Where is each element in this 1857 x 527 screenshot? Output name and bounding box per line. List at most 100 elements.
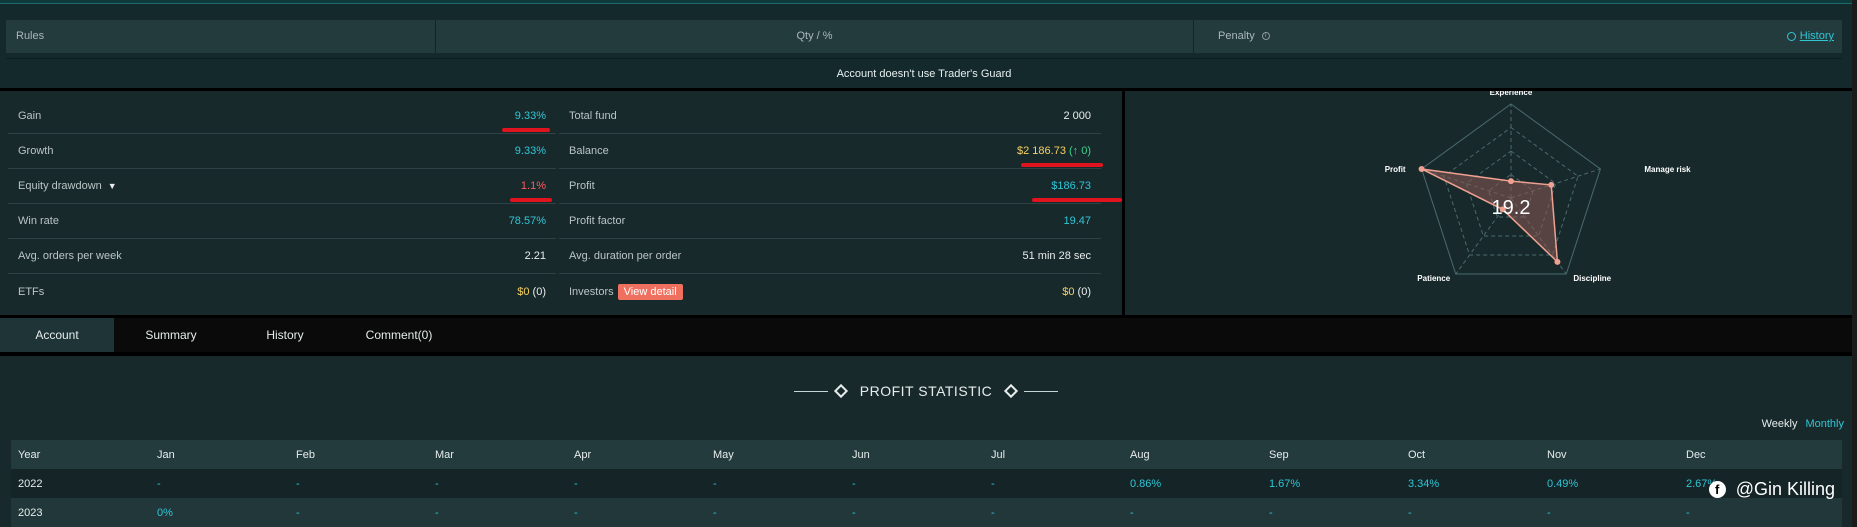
red-underline-mark <box>1021 163 1103 167</box>
header-cell: Jun <box>852 448 870 461</box>
radar-axis-label: Discipline <box>1573 274 1611 283</box>
traders-guard-panel: Rules Qty / % Penalty i History Account … <box>0 4 1852 88</box>
investors-count: (0) <box>1077 285 1091 298</box>
stat-row-avg-duration: Avg. duration per order 51 min 28 sec <box>559 239 1101 274</box>
month-cell: - <box>1686 506 1690 519</box>
monthly-toggle[interactable]: Monthly <box>1805 418 1844 430</box>
month-cell: - <box>1547 506 1551 519</box>
month-cell: - <box>852 506 856 519</box>
radar-axis-label: Patience <box>1417 274 1450 283</box>
stat-value: 2.21 <box>524 250 546 262</box>
stat-value: 9.33% <box>514 110 546 122</box>
etf-amount: $0 <box>517 285 530 298</box>
table-row: 2022- - - - - - -0.86% 1.67% 3.34% 0.49% 2.67% <box>11 469 1842 498</box>
stat-label: Win rate <box>18 215 59 227</box>
header-cell: Dec <box>1686 448 1706 461</box>
stat-value: 2 000 <box>1063 110 1091 122</box>
stat-row-profit: Profit $186.73 <box>559 169 1122 204</box>
watermark-text: @Gin Killing <box>1735 479 1835 499</box>
stat-label: Gain <box>18 110 42 122</box>
investors-amount: $0 <box>1062 285 1075 298</box>
rules-table-header: Rules Qty / % Penalty i History <box>6 20 1842 53</box>
stat-row-etfs: ETFs $0 (0) <box>8 274 556 309</box>
radar-data-point <box>1508 178 1514 185</box>
stat-value: $0 (0) <box>1062 286 1091 298</box>
header-cell: Year <box>18 448 41 461</box>
stat-value: $2 186.73 (↑ 0) <box>1017 145 1091 157</box>
tab-account[interactable]: Account <box>0 318 114 352</box>
month-cell: - <box>157 477 161 490</box>
facebook-icon: f <box>1708 481 1726 498</box>
month-cell: - <box>296 477 300 490</box>
red-underline-mark <box>502 128 550 132</box>
radar-data-point <box>1548 181 1555 188</box>
header-cell: Jan <box>157 448 175 461</box>
radar-chart-panel: Experience Manage risk Discipline Patience P… <box>1125 91 1852 315</box>
history-link[interactable]: History <box>1786 20 1834 53</box>
month-cell: - <box>1130 506 1134 519</box>
month-cell: - <box>435 506 439 519</box>
header-cell: Jul <box>991 448 1006 461</box>
stat-row-gain: Gain 9.33% <box>8 99 556 134</box>
red-underline-mark <box>1032 198 1122 202</box>
stat-value: 78.57% <box>508 215 546 227</box>
profit-table-header: Year Jan Feb Mar Apr May Jun Jul Aug Sep Oct Nov Dec <box>11 440 1842 469</box>
stat-label: Balance <box>569 145 609 157</box>
header-cell: Apr <box>574 448 592 461</box>
weekly-toggle[interactable]: Weekly <box>1762 418 1798 430</box>
month-cell: 0% <box>157 506 173 519</box>
col-rules: Rules <box>6 20 436 53</box>
stat-label: ETFs <box>18 285 45 298</box>
account-tabs: Account Summary History Comment(0) <box>0 318 1852 352</box>
stat-label: Avg. orders per week <box>18 250 122 262</box>
clock-icon <box>1786 31 1796 41</box>
stat-value: 51 min 28 sec <box>1022 250 1091 262</box>
col-qty: Qty / % <box>436 20 1194 53</box>
tab-summary[interactable]: Summary <box>114 318 228 352</box>
tab-history[interactable]: History <box>228 318 342 352</box>
year-cell: 2022 <box>18 477 43 490</box>
radar-data-area <box>1421 168 1559 264</box>
tab-comment[interactable]: Comment(0) <box>342 318 456 352</box>
stat-label: Profit <box>569 180 595 192</box>
title-rule-right <box>1024 390 1059 392</box>
stat-label: Growth <box>18 145 54 157</box>
stat-row-equity-drawdown[interactable]: Equity drawdown ▼ 1.1% <box>8 169 556 204</box>
investors-label: Investors <box>569 285 614 298</box>
info-icon[interactable]: i <box>1261 32 1270 41</box>
header-cell: Feb <box>296 448 315 461</box>
month-cell: - <box>991 477 995 490</box>
year-cell: 2023 <box>18 506 43 519</box>
radar-axis-label: Experience <box>1490 91 1533 97</box>
radar-chart: Experience Manage risk Discipline Patience P… <box>1385 91 1691 283</box>
stat-label: Investors View detail <box>569 283 683 300</box>
rules-empty-message: Account doesn't use Trader's Guard <box>6 58 1842 88</box>
title-text: PROFIT STATISTIC <box>859 383 993 400</box>
header-cell: Nov <box>1547 448 1567 461</box>
stat-row-balance: Balance $2 186.73 (↑ 0) <box>559 134 1103 169</box>
title-rule-left <box>793 390 828 392</box>
scrollbar[interactable] <box>1852 0 1857 527</box>
diamond-icon <box>833 384 848 399</box>
month-cell: - <box>991 506 995 519</box>
etf-count: (0) <box>532 285 546 298</box>
caret-down-icon[interactable]: ▼ <box>108 181 117 191</box>
month-cell: - <box>435 477 439 490</box>
month-cell: - <box>1269 506 1273 519</box>
month-cell: 0.49% <box>1547 477 1579 490</box>
month-cell: 1.67% <box>1269 477 1301 490</box>
red-underline-mark <box>510 198 552 202</box>
month-cell: - <box>713 477 717 490</box>
col-penalty: Penalty i History <box>1194 20 1842 53</box>
stat-label: Equity drawdown ▼ <box>18 180 117 192</box>
stat-value: 1.1% <box>520 180 546 192</box>
history-label: History <box>1799 30 1834 42</box>
profit-statistic-title: PROFIT STATISTIC <box>0 382 1852 399</box>
view-detail-button[interactable]: View detail <box>617 283 683 300</box>
stat-label: Profit factor <box>569 215 626 227</box>
profit-table: Year Jan Feb Mar Apr May Jun Jul Aug Sep Oct Nov Dec… <box>11 440 1842 527</box>
account-stats-panel: Gain 9.33% Growth 9.33% Equity drawdown ▼… <box>0 91 1122 315</box>
stats-right-column: Total fund 2 000 Balance $2 186.73 (↑ 0)… <box>559 99 1122 309</box>
header-cell: Sep <box>1269 448 1289 461</box>
radar-score: 19.2 <box>1492 197 1531 219</box>
